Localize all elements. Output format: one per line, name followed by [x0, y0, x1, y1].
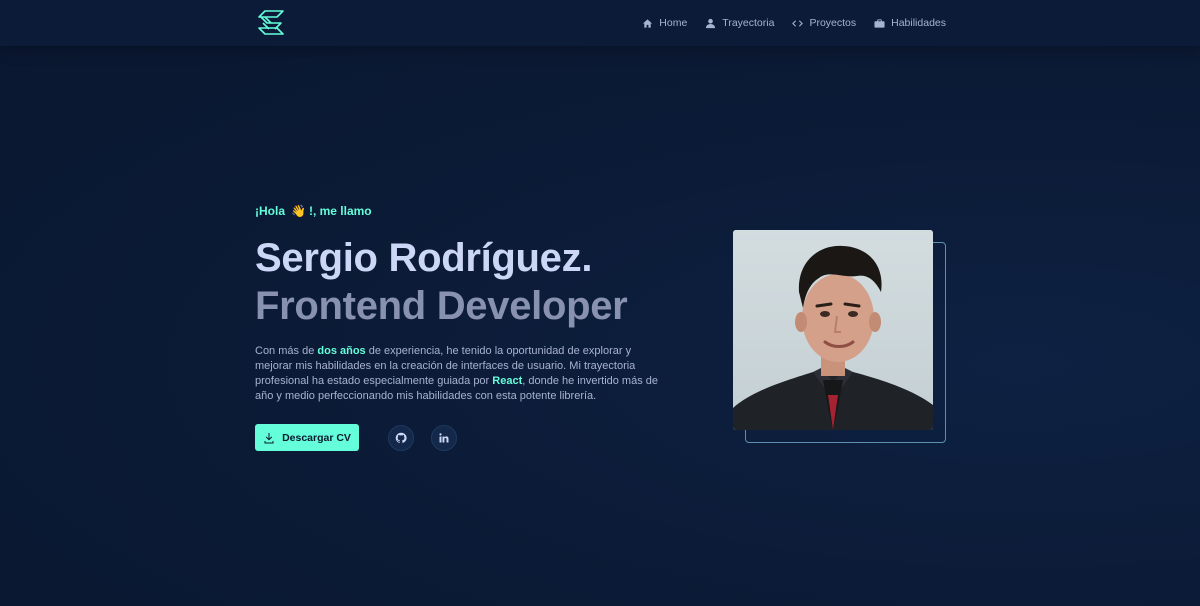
- navbar: Home Trayectoria Proyectos Habilidades: [0, 0, 1200, 46]
- nav-item-trayectoria[interactable]: Trayectoria: [705, 17, 774, 29]
- download-icon: [264, 432, 274, 443]
- greeting-text-end: !, me llamo: [308, 204, 372, 218]
- nav-item-label: Habilidades: [891, 17, 946, 29]
- nav-links: Home Trayectoria Proyectos Habilidades: [642, 0, 946, 46]
- github-link[interactable]: [388, 424, 414, 451]
- code-icon: [792, 19, 804, 27]
- nav-item-label: Proyectos: [809, 17, 857, 29]
- nav-item-home[interactable]: Home: [642, 17, 687, 29]
- nav-item-proyectos[interactable]: Proyectos: [792, 17, 856, 29]
- github-icon: [395, 432, 407, 443]
- hero-actions: Descargar CV: [255, 424, 675, 451]
- hero-role: Frontend Developer: [255, 284, 628, 328]
- nav-item-habilidades[interactable]: Habilidades: [874, 17, 946, 29]
- logo-icon[interactable]: [255, 9, 287, 37]
- hero-section: ¡Hola 👋 !, me llamo Sergio Rodríguez. Fr…: [255, 204, 675, 451]
- wave-emoji: 👋: [291, 204, 306, 218]
- linkedin-icon: [439, 432, 449, 442]
- download-cv-label: Descargar CV: [282, 431, 351, 444]
- linkedin-link[interactable]: [431, 424, 457, 451]
- hero-bio: Con más de dos años de experiencia, he t…: [255, 345, 659, 402]
- greeting: ¡Hola 👋 !, me llamo: [255, 204, 675, 218]
- briefcase-icon: [874, 18, 885, 28]
- hero-name: Sergio Rodríguez.: [255, 236, 593, 280]
- user-icon: [706, 18, 716, 28]
- nav-item-label: Trayectoria: [722, 17, 775, 29]
- nav-item-label: Home: [659, 17, 688, 29]
- profile-photo: [733, 230, 933, 430]
- download-cv-button[interactable]: Descargar CV: [255, 424, 359, 451]
- home-icon: [643, 18, 653, 28]
- greeting-text: ¡Hola: [255, 204, 285, 218]
